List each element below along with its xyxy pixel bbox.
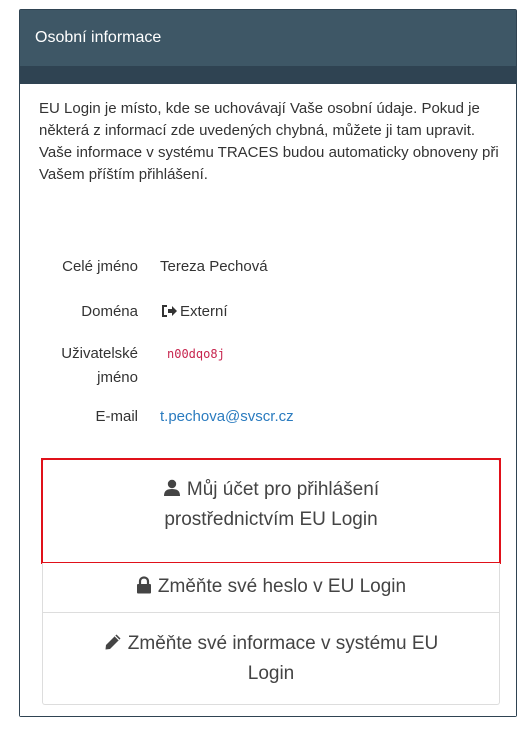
- account-line1: Můj účet pro přihlášení: [186, 479, 380, 500]
- change-info-button[interactable]: Změňte své informace v systému EU Login: [42, 613, 500, 705]
- email-label: E-mail: [95, 408, 138, 425]
- panel-body: EU Login je místo, kde se uchovávají Vaš…: [20, 84, 516, 716]
- domain-value: Externí: [180, 303, 228, 320]
- intro-text: EU Login je místo, kde se uchovávají Vaš…: [39, 100, 499, 183]
- email-link[interactable]: t.pechova@svscr.cz: [160, 406, 294, 428]
- panel-title: Osobní informace: [20, 10, 516, 66]
- full-name-value: Tereza Pechová: [160, 258, 268, 275]
- page: Osobní informace EU Login je místo, kde …: [0, 0, 525, 749]
- username-value-wrap: n00dqo8j: [163, 343, 229, 365]
- username-value: n00dqo8j: [163, 345, 229, 363]
- change-info-line1: Změňte své informace v systému EU: [127, 633, 439, 654]
- account-line1-wrap: Můj účet pro přihlášení: [43, 475, 499, 505]
- lock-icon: [136, 576, 151, 594]
- change-info-line2: Login: [247, 663, 295, 684]
- domain-label: Doména: [81, 303, 138, 320]
- full-name-label: Celé jméno: [62, 258, 138, 275]
- user-icon: [163, 479, 180, 496]
- pencil-icon: [105, 634, 121, 650]
- username-label-line1: Uživatelské: [61, 345, 138, 362]
- username-row: Uživatelské jméno n00dqo8j: [20, 343, 490, 391]
- domain-value-wrap: Externí: [160, 301, 228, 323]
- actions-list: Můj účet pro přihlášení prostřednictvím …: [41, 458, 501, 705]
- my-eu-login-account-button[interactable]: Můj účet pro přihlášení prostřednictvím …: [41, 458, 501, 564]
- change-password-button[interactable]: Změňte své heslo v EU Login: [42, 563, 500, 613]
- account-line2: prostřednictvím EU Login: [164, 509, 378, 530]
- sign-in-icon: [162, 305, 177, 317]
- change-password-label: Změňte své heslo v EU Login: [157, 576, 407, 597]
- username-label-line2: jméno: [97, 369, 138, 386]
- change-info-line1-wrap: Změňte své informace v systému EU: [43, 629, 499, 659]
- personal-info-panel: Osobní informace EU Login je místo, kde …: [19, 9, 517, 717]
